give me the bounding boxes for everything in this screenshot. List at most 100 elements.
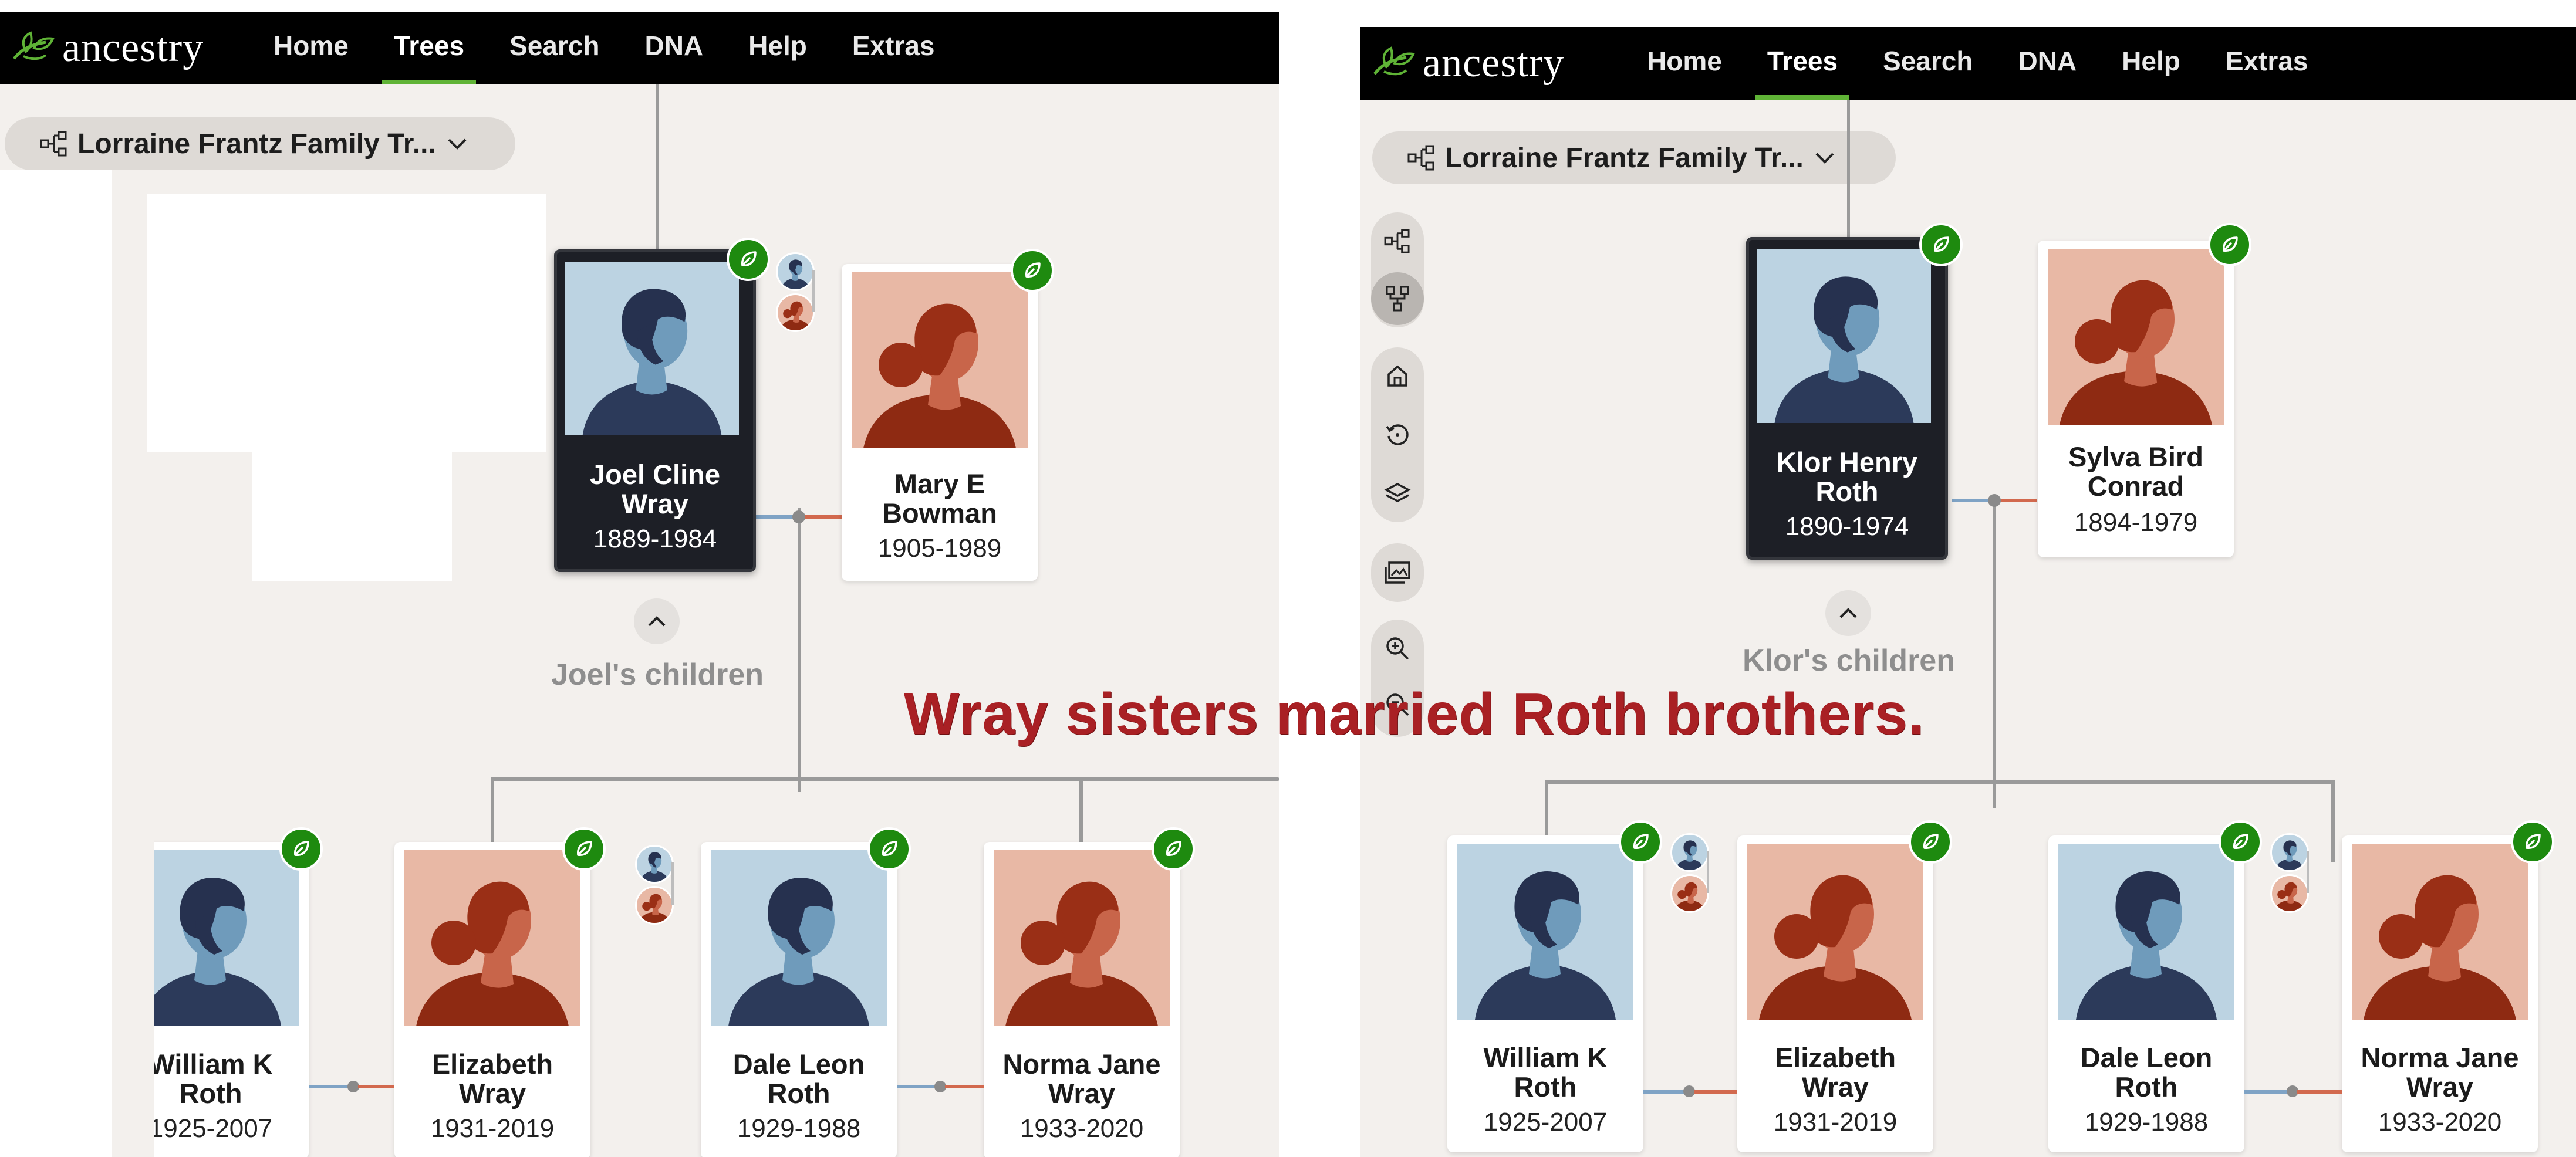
spouse-mini-female-icon[interactable] xyxy=(1670,874,1709,913)
person-card-norma[interactable]: Norma Jane Wray 1933-2020 xyxy=(984,842,1180,1157)
nav-home[interactable]: Home xyxy=(274,12,349,84)
female-avatar-icon xyxy=(2350,844,2530,1020)
person-card-william[interactable]: William K Roth 1925-2007 xyxy=(1447,835,1643,1152)
couple-drop-line xyxy=(798,508,801,792)
spouse-mini-male-icon[interactable] xyxy=(2270,833,2309,872)
hint-leaf-icon[interactable] xyxy=(1619,820,1662,864)
nav-help[interactable]: Help xyxy=(2122,27,2180,100)
person-name: Norma Jane Wray xyxy=(1002,1048,1161,1109)
layers-button[interactable] xyxy=(1371,467,1424,520)
hint-leaf-icon[interactable] xyxy=(2208,223,2251,266)
hint-leaf-icon[interactable] xyxy=(1909,820,1952,864)
hint-leaf-icon[interactable] xyxy=(1011,249,1054,292)
collapse-children-button[interactable] xyxy=(1825,590,1871,636)
person-card-mary[interactable]: Mary E Bowman 1905-1989 xyxy=(842,264,1038,581)
spouse-switcher[interactable] xyxy=(776,252,816,332)
children-hline xyxy=(1545,780,2335,784)
mother-link-line xyxy=(801,515,842,519)
overlay-caption: Wray sisters married Roth brothers. xyxy=(904,681,1925,747)
spouse-switcher[interactable] xyxy=(1670,833,1710,913)
chevron-down-icon xyxy=(1815,153,1834,164)
spouse-bracket xyxy=(1707,851,1709,893)
chevron-up-icon xyxy=(1839,608,1857,618)
person-card-elizabeth[interactable]: Elizabeth Wray 1931-2019 xyxy=(1737,835,1933,1152)
nav-search[interactable]: Search xyxy=(509,12,599,84)
leaf-logo-icon xyxy=(1373,46,1415,76)
media-gallery-icon xyxy=(1385,561,1410,584)
mother-link-line xyxy=(1996,499,2037,502)
person-dates: 1890-1974 xyxy=(1785,512,1909,541)
nav-search[interactable]: Search xyxy=(1883,27,1973,100)
hint-leaf-icon[interactable] xyxy=(2219,820,2262,864)
person-card-dale[interactable]: Dale Leon Roth 1929-1988 xyxy=(701,842,897,1157)
app-header: ancestry Home Trees Search DNA Help Extr… xyxy=(0,12,1279,84)
home-button[interactable] xyxy=(1371,350,1424,402)
father-link-line xyxy=(1643,1090,1687,1094)
hint-leaf-icon[interactable] xyxy=(867,827,911,871)
nav-extras[interactable]: Extras xyxy=(852,12,935,84)
main-nav: Home Trees Search DNA Help Extras xyxy=(274,12,980,84)
hint-leaf-icon[interactable] xyxy=(279,827,323,871)
left-panel: ancestry Home Trees Search DNA Help Extr… xyxy=(0,12,1279,1157)
female-avatar-icon xyxy=(850,272,1029,448)
person-card-sylva[interactable]: Sylva Bird Conrad 1894-1979 xyxy=(2038,241,2234,557)
hint-leaf-icon[interactable] xyxy=(1152,827,1195,871)
media-gallery-button[interactable] xyxy=(1371,546,1424,599)
person-card-norma[interactable]: Norma Jane Wray 1933-2020 xyxy=(2342,835,2538,1152)
female-avatar-icon xyxy=(2046,249,2226,425)
hint-leaf-icon[interactable] xyxy=(562,827,606,871)
tree-view-button[interactable] xyxy=(1371,215,1424,268)
spouse-mini-female-icon[interactable] xyxy=(2270,874,2309,913)
spouse-mini-male-icon[interactable] xyxy=(1670,833,1709,872)
spouse-switcher[interactable] xyxy=(635,845,675,925)
person-dates: 1925-2007 xyxy=(1483,1108,1608,1136)
nav-help[interactable]: Help xyxy=(748,12,807,84)
nav-trees[interactable]: Trees xyxy=(1755,27,1850,100)
tree-selector[interactable]: Lorraine Frantz Family Tr... xyxy=(1372,131,1896,184)
person-card-elizabeth[interactable]: Elizabeth Wray 1931-2019 xyxy=(394,842,590,1157)
person-name: Sylva Bird Conrad xyxy=(2068,441,2203,502)
family-view-button[interactable] xyxy=(1371,272,1424,325)
nav-toolbar xyxy=(1371,347,1424,522)
ancestry-logo[interactable]: ancestry xyxy=(1371,39,1564,88)
person-dates: 1905-1989 xyxy=(877,534,1002,563)
mother-link-line xyxy=(945,1085,984,1088)
nav-dna[interactable]: DNA xyxy=(644,12,703,84)
tree-selector-label: Lorraine Frantz Family Tr... xyxy=(77,128,436,160)
person-card-joel[interactable]: Joel Cline Wray 1889-1984 xyxy=(554,249,756,572)
redaction-patch xyxy=(0,170,154,1157)
person-dates: 1931-2019 xyxy=(430,1114,555,1143)
hint-leaf-icon[interactable] xyxy=(2511,820,2554,864)
spouse-mini-male-icon[interactable] xyxy=(635,845,674,884)
person-name: Mary E Bowman xyxy=(882,468,997,529)
male-avatar-icon xyxy=(565,261,739,437)
spouse-switcher[interactable] xyxy=(2270,833,2310,913)
couple-node xyxy=(792,510,805,523)
spouse-mini-female-icon[interactable] xyxy=(635,886,674,925)
right-panel: ancestry Home Trees Search DNA Help Extr… xyxy=(1360,27,2576,1157)
chevron-up-icon xyxy=(648,616,666,627)
history-icon xyxy=(1386,424,1409,445)
zoom-in-button[interactable] xyxy=(1371,622,1424,675)
female-avatar-icon xyxy=(403,850,582,1026)
nav-dna[interactable]: DNA xyxy=(2018,27,2077,100)
ancestry-logo[interactable]: ancestry xyxy=(11,23,204,73)
person-card-dale[interactable]: Dale Leon Roth 1929-1988 xyxy=(2048,835,2244,1152)
female-avatar-icon xyxy=(1746,844,1925,1020)
spouse-mini-female-icon[interactable] xyxy=(776,293,815,332)
history-button[interactable] xyxy=(1371,408,1424,461)
tree-selector[interactable]: Lorraine Frantz Family Tr... xyxy=(5,117,515,170)
nav-trees[interactable]: Trees xyxy=(381,12,477,84)
person-dates: 1933-2020 xyxy=(1019,1114,1144,1143)
person-card-klor[interactable]: Klor Henry Roth 1890-1974 xyxy=(1746,237,1948,560)
nav-home[interactable]: Home xyxy=(1647,27,1722,100)
view-toolbar xyxy=(1371,212,1424,327)
tree-view-icon xyxy=(40,131,67,157)
nav-extras[interactable]: Extras xyxy=(2226,27,2308,100)
tree-selector-label: Lorraine Frantz Family Tr... xyxy=(1445,142,1804,174)
hint-leaf-icon[interactable] xyxy=(1919,223,1963,266)
hint-leaf-icon[interactable] xyxy=(727,238,770,281)
collapse-children-button[interactable] xyxy=(634,598,680,644)
person-name: Elizabeth Wray xyxy=(431,1048,553,1109)
spouse-mini-male-icon[interactable] xyxy=(776,252,815,291)
